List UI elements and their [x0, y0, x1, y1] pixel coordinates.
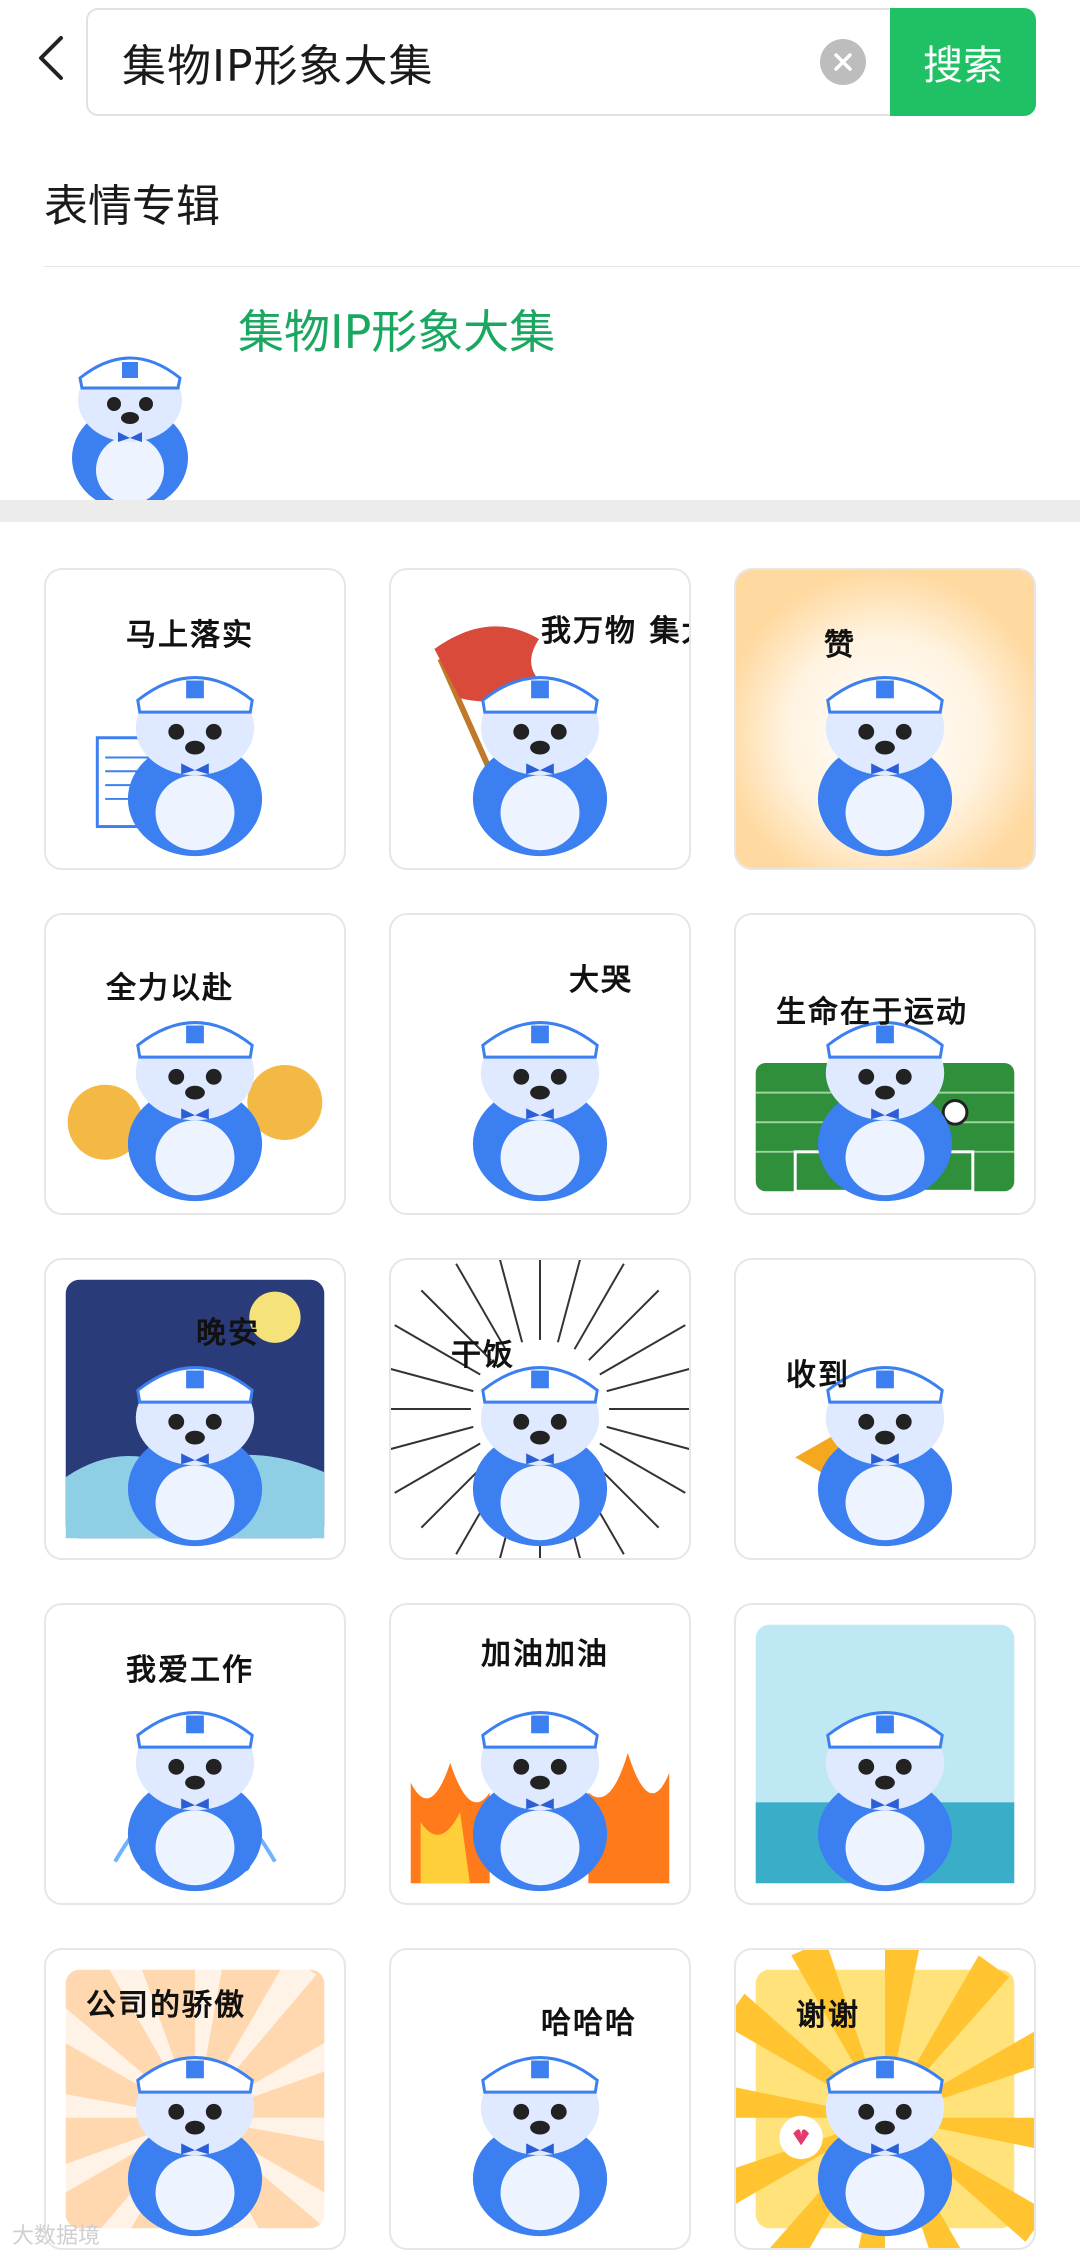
sticker-image	[391, 1260, 689, 1558]
sticker-image	[67, 1021, 323, 1202]
sticker-card[interactable]: 大哭	[389, 913, 691, 1215]
sticker-card[interactable]: 赞	[734, 568, 1036, 870]
search-query: 集物IP形象大集	[122, 41, 434, 92]
sticker-caption: 马上落实	[126, 618, 254, 653]
sticker-caption: 大哭	[569, 963, 633, 998]
sticker-caption: 公司的骄傲	[86, 1988, 246, 2023]
sticker-caption: 我万物 集大成	[541, 614, 689, 649]
album-title: 集物IP形象大集	[238, 305, 556, 359]
back-button[interactable]	[28, 34, 76, 82]
sticker-caption: 谢谢	[796, 1998, 860, 2033]
section-separator	[0, 500, 1080, 522]
sticker-image	[472, 1021, 608, 1202]
sticker-caption: 晚安	[196, 1316, 260, 1351]
sticker-caption: 赞	[824, 628, 856, 663]
sticker-image	[736, 570, 1034, 868]
clear-search-button[interactable]	[820, 39, 866, 85]
top-bar: 集物IP形象大集 搜索	[0, 0, 1080, 118]
sticker-caption: 我爱工作	[126, 1653, 254, 1688]
sticker-card[interactable]: 全力以赴	[44, 913, 346, 1215]
sticker-caption: 收到	[786, 1358, 850, 1393]
sticker-card[interactable]: 我万物 集大成	[389, 568, 691, 870]
sticker-card[interactable]: 干饭	[389, 1258, 691, 1560]
sticker-card[interactable]: 加油加油	[389, 1603, 691, 1905]
chevron-left-icon	[39, 36, 63, 80]
section-title: 表情专辑	[44, 181, 220, 232]
search-input[interactable]: 集物IP形象大集	[86, 8, 890, 116]
close-icon	[834, 53, 852, 71]
sticker-grid: 马上落实 我万物 集大成 赞 全力以赴 大哭	[44, 568, 1036, 2250]
sticker-image	[472, 2056, 608, 2237]
sticker-card[interactable]: 公司的骄傲	[44, 1948, 346, 2250]
sticker-caption: 全力以赴	[106, 971, 234, 1006]
sticker-card[interactable]	[734, 1603, 1036, 1905]
sticker-caption: 干饭	[451, 1338, 515, 1373]
sticker-card[interactable]: 晚安	[44, 1258, 346, 1560]
sticker-card[interactable]: 谢谢	[734, 1948, 1036, 2250]
sticker-card[interactable]: 生命在于运动	[734, 913, 1036, 1215]
sticker-image	[736, 1950, 1034, 2248]
watermark: 大数据境	[12, 2224, 101, 2249]
sticker-image	[755, 1624, 1015, 1892]
sticker-caption: 哈哈哈	[541, 2006, 637, 2041]
sticker-image	[65, 1279, 325, 1547]
album-mascot-thumbnail	[72, 356, 188, 508]
sticker-card[interactable]: 收到	[734, 1258, 1036, 1560]
sticker-card[interactable]: 马上落实	[44, 568, 346, 870]
sticker-caption: 加油加油	[481, 1637, 609, 1672]
sticker-card[interactable]: 我爱工作	[44, 1603, 346, 1905]
search-bar: 集物IP形象大集 搜索	[86, 8, 1036, 116]
sticker-image	[795, 1366, 953, 1547]
search-button[interactable]: 搜索	[890, 8, 1036, 116]
divider	[44, 266, 1080, 267]
sticker-album-item[interactable]: 集物IP形象大集	[0, 268, 1080, 508]
sticker-image	[755, 1021, 1015, 1202]
sticker-card[interactable]: 哈哈哈	[389, 1948, 691, 2250]
sticker-caption: 生命在于运动	[776, 995, 968, 1030]
